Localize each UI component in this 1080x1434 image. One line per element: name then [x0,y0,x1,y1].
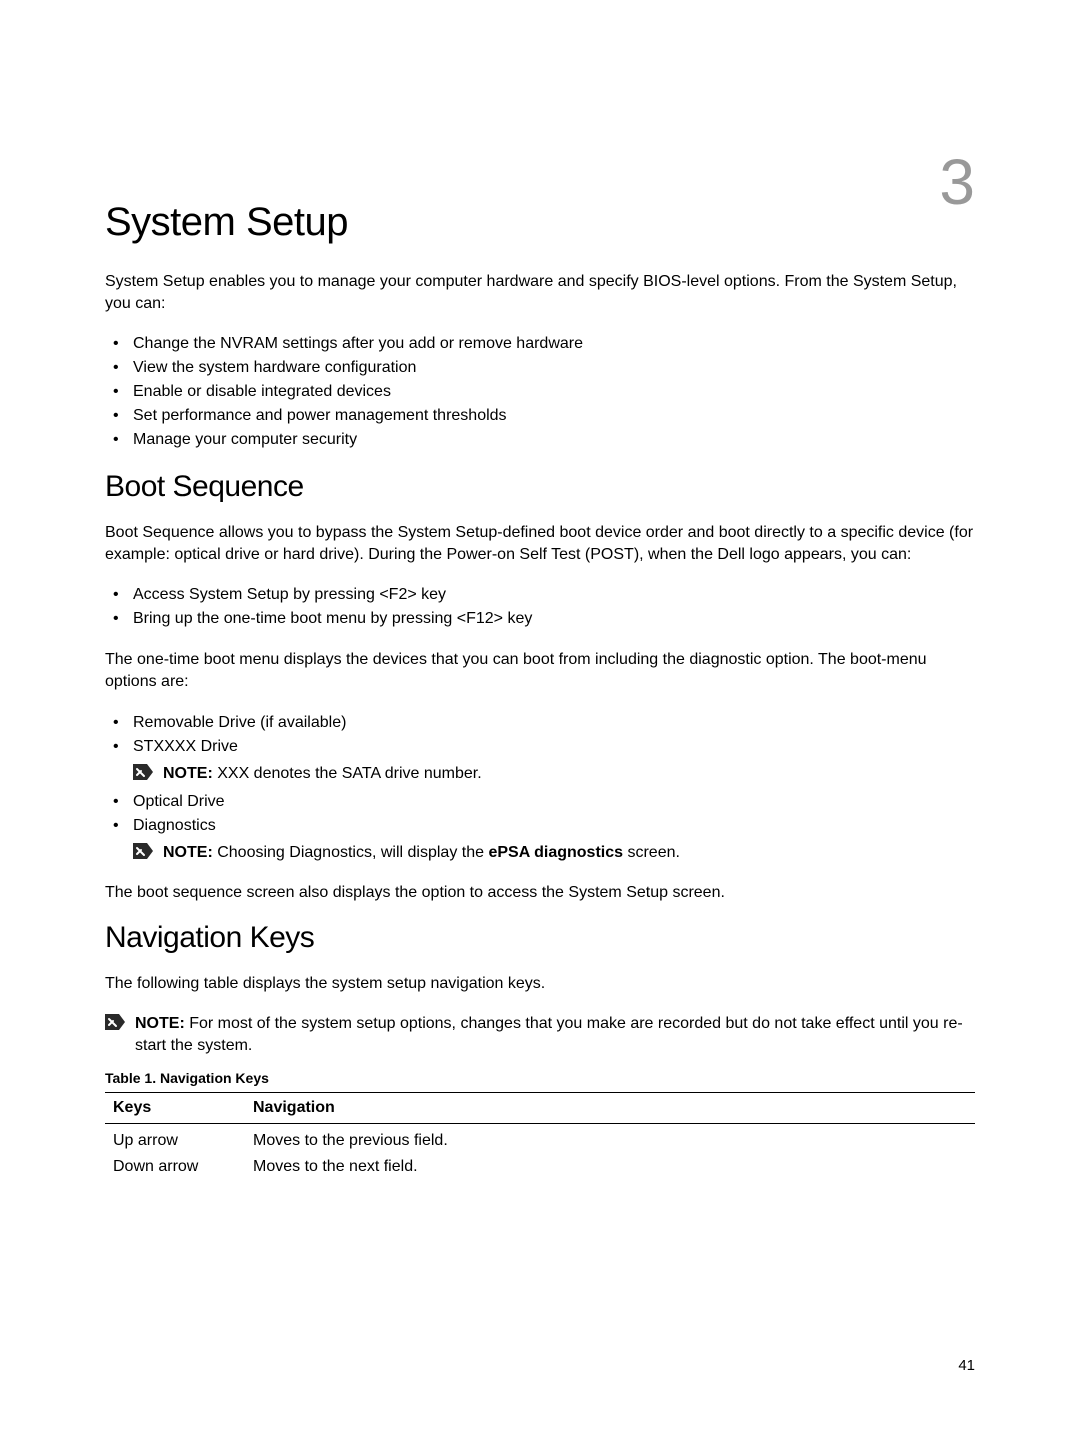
note-text: NOTE: XXX denotes the SATA drive number. [163,763,975,785]
note-body-b: screen. [623,844,680,861]
note-block: NOTE: Choosing Diagnostics, will display… [133,842,975,864]
table-header-navigation: Navigation [245,1093,975,1124]
note-body-bold: ePSA diagnostics [488,844,623,861]
note-label: NOTE: [163,844,217,861]
boot-access-list: Access System Setup by pressing <F2> key… [105,583,975,631]
boot-sequence-para-1: Boot Sequence allows you to bypass the S… [105,522,975,565]
table-cell-key: Up arrow [105,1124,245,1155]
table-cell-key: Down arrow [105,1154,245,1180]
chapter-title: System Setup [105,200,975,245]
list-item: Change the NVRAM settings after you add … [105,332,975,356]
list-item: Access System Setup by pressing <F2> key [105,583,975,607]
boot-sequence-heading: Boot Sequence [105,470,975,504]
table-cell-nav: Moves to the previous field. [245,1124,975,1155]
boot-sequence-para-3: The boot sequence screen also displays t… [105,882,975,904]
navigation-keys-table: Keys Navigation Up arrow Moves to the pr… [105,1092,975,1180]
note-label: NOTE: [163,765,217,782]
table-cell-nav: Moves to the next field. [245,1154,975,1180]
table-header-keys: Keys [105,1093,245,1124]
list-item: Bring up the one-time boot menu by press… [105,607,975,631]
list-item: Optical Drive [105,790,975,814]
list-item: STXXXX Drive [105,735,975,759]
table-caption: Table 1. Navigation Keys [105,1070,975,1086]
boot-sequence-para-2: The one-time boot menu displays the devi… [105,649,975,692]
navigation-keys-para: The following table displays the system … [105,973,975,995]
list-item: Manage your computer security [105,428,975,452]
note-text: NOTE: Choosing Diagnostics, will display… [163,842,975,864]
note-body-a: Choosing Diagnostics, will display the [217,844,488,861]
note-block: NOTE: XXX denotes the SATA drive number. [133,763,975,785]
note-body: For most of the system setup options, ch… [135,1015,963,1054]
table-header-row: Keys Navigation [105,1093,975,1124]
intro-paragraph: System Setup enables you to manage your … [105,271,975,314]
page-number: 41 [958,1357,975,1374]
note-icon [133,764,153,782]
intro-bullet-list: Change the NVRAM settings after you add … [105,332,975,452]
list-item: Enable or disable integrated devices [105,380,975,404]
note-icon [105,1014,125,1032]
note-label: NOTE: [135,1015,189,1032]
table-row: Down arrow Moves to the next field. [105,1154,975,1180]
boot-menu-options-list: Removable Drive (if available) STXXXX Dr… [105,711,975,864]
table-row: Up arrow Moves to the previous field. [105,1124,975,1155]
list-item: Set performance and power management thr… [105,404,975,428]
list-item: Removable Drive (if available) [105,711,975,735]
chapter-number: 3 [939,145,975,219]
note-body: XXX denotes the SATA drive number. [217,765,481,782]
note-icon [133,843,153,861]
note-block: NOTE: For most of the system setup optio… [105,1013,975,1056]
list-item: View the system hardware configuration [105,356,975,380]
navigation-keys-heading: Navigation Keys [105,921,975,955]
list-item: Diagnostics [105,814,975,838]
note-text: NOTE: For most of the system setup optio… [135,1013,975,1056]
